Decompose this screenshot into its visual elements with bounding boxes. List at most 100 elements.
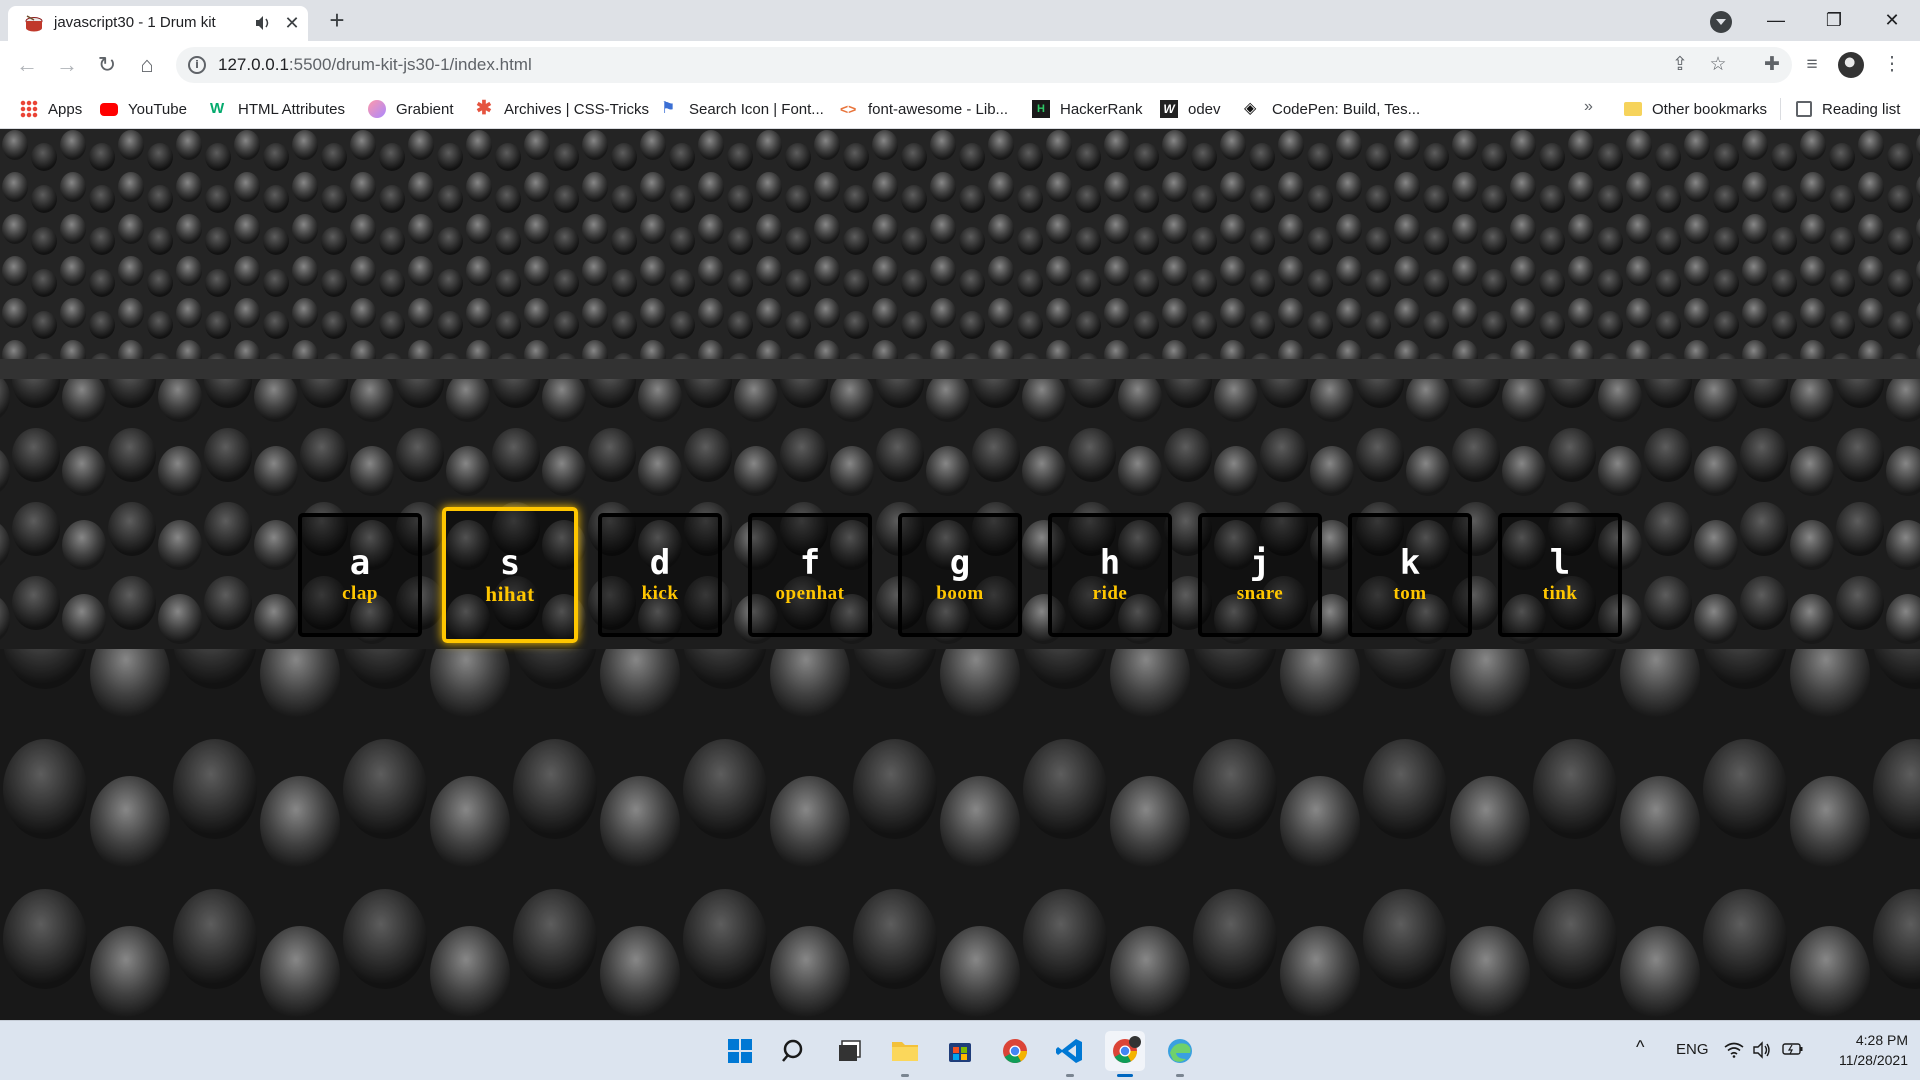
wifi-icon[interactable] [1724, 1042, 1744, 1058]
drum-key-s[interactable]: s hihat [442, 507, 578, 643]
w-icon: W [1160, 100, 1178, 118]
task-view-button[interactable] [830, 1031, 870, 1071]
minimize-button[interactable]: — [1748, 0, 1804, 41]
show-hidden-icons-chevron-icon[interactable]: ^ [1636, 1037, 1644, 1058]
bookmark-label: HackerRank [1060, 100, 1143, 118]
close-tab-icon[interactable]: ✕ [282, 13, 302, 33]
reading-list-icon [1796, 101, 1812, 117]
clock-time: 4:28 PM [1855, 1032, 1908, 1048]
folder-icon [1624, 102, 1642, 116]
taskbar-clock[interactable]: 4:28 PM 11/28/2021 [1812, 1030, 1908, 1070]
media-control-icon[interactable]: ≡ [1798, 51, 1826, 79]
bookmark-label: Grabient [396, 100, 454, 118]
bookmark-apps[interactable]: Apps [20, 98, 82, 120]
chrome-icon [1003, 1039, 1027, 1064]
drum-key-g[interactable]: g boom [898, 513, 1022, 637]
key-sound: boom [936, 583, 984, 604]
drum-key-d[interactable]: d kick [598, 513, 722, 637]
volume-icon[interactable] [1752, 1041, 1772, 1059]
drum-key-j[interactable]: j snare [1198, 513, 1322, 637]
key-letter: g [949, 543, 971, 583]
drum-key-a[interactable]: a clap [298, 513, 422, 637]
drum-key-h[interactable]: h ride [1048, 513, 1172, 637]
bookmark-label: odev [1188, 100, 1221, 118]
tab-search-icon[interactable] [1710, 11, 1732, 33]
bookmark-label: font-awesome - Lib... [868, 100, 1009, 118]
edge-dev-button[interactable] [1160, 1031, 1200, 1077]
active-tab[interactable]: javascript30 - 1 Drum kit ✕ [8, 6, 308, 41]
key-letter: k [1399, 543, 1421, 583]
profile-avatar[interactable] [1838, 52, 1864, 78]
restore-button[interactable]: ❐ [1806, 0, 1862, 41]
extensions-puzzle-icon[interactable]: ✚ [1758, 51, 1786, 79]
chrome-menu-icon[interactable]: ⋮ [1878, 51, 1906, 79]
running-indicator [901, 1074, 909, 1077]
drum-key-l[interactable]: l tink [1498, 513, 1622, 637]
home-button[interactable]: ⌂ [132, 50, 162, 80]
bookmark-youtube[interactable]: YouTube [100, 98, 187, 120]
file-explorer-button[interactable] [885, 1031, 925, 1077]
bookmark-search-icon-font[interactable]: ⚑ Search Icon | Font... [661, 98, 824, 120]
url-path: :5500/drum-kit-js30-1/index.html [288, 55, 532, 74]
key-letter: a [349, 543, 371, 583]
bookmark-grabient[interactable]: Grabient [368, 98, 454, 120]
key-sound: tom [1393, 583, 1427, 604]
bookmark-font-awesome[interactable]: <> font-awesome - Lib... [840, 98, 1008, 120]
chrome-profile-icon [1113, 1036, 1141, 1064]
clock-date: 11/28/2021 [1838, 1052, 1908, 1068]
audio-playing-icon[interactable] [254, 15, 272, 31]
browser-tab-strip: javascript30 - 1 Drum kit ✕ + — ❐ ✕ [0, 0, 1920, 41]
bookmark-css-tricks[interactable]: ✱ Archives | CSS-Tricks [476, 98, 649, 120]
reading-list[interactable]: Reading list [1796, 98, 1900, 120]
battery-icon[interactable] [1782, 1042, 1804, 1056]
key-sound: ride [1092, 583, 1128, 604]
language-indicator[interactable]: ENG [1676, 1041, 1709, 1058]
windows-start-icon [728, 1039, 752, 1063]
tab-title: javascript30 - 1 Drum kit [54, 14, 216, 31]
bookmark-hackerrank[interactable]: H HackerRank [1032, 98, 1143, 120]
file-explorer-icon [892, 1042, 918, 1061]
bookmark-html-attributes[interactable]: W HTML Attributes [210, 98, 345, 120]
store-icon [949, 1043, 971, 1062]
key-sound: hihat [485, 582, 535, 606]
page-viewport: a clap s hihat d kick f openhat g boom h… [0, 129, 1920, 1020]
hackerrank-icon: H [1032, 100, 1050, 118]
browser-toolbar: ← → ↻ ⌂ i 127.0.0.1:5500/drum-kit-js30-1… [0, 41, 1920, 89]
task-view-icon [839, 1040, 861, 1061]
bookmark-codepen[interactable]: ◈ CodePen: Build, Tes... [1244, 98, 1420, 120]
vscode-button[interactable] [1050, 1031, 1090, 1077]
bookmark-label: Search Icon | Font... [689, 100, 824, 118]
vscode-icon [1056, 1039, 1082, 1063]
more-bookmarks-chevron-icon[interactable]: » [1584, 98, 1593, 116]
drum-key-f[interactable]: f openhat [748, 513, 872, 637]
chrome-button[interactable] [995, 1031, 1035, 1071]
back-button[interactable]: ← [12, 50, 42, 80]
start-button[interactable] [720, 1031, 760, 1071]
apps-grid-icon [20, 100, 38, 118]
address-bar[interactable]: i 127.0.0.1:5500/drum-kit-js30-1/index.h… [176, 47, 1792, 83]
store-button[interactable] [940, 1031, 980, 1071]
drum-favicon-icon [25, 15, 43, 32]
bookmark-label: Apps [48, 100, 83, 118]
taskbar-search-button[interactable] [775, 1031, 815, 1071]
other-bookmarks-folder[interactable]: Other bookmarks [1624, 98, 1767, 120]
forward-button[interactable]: → [52, 50, 82, 80]
grabient-icon [368, 100, 386, 118]
reload-button[interactable]: ↻ [92, 50, 122, 80]
w3schools-icon: W [210, 100, 225, 117]
url-text[interactable]: 127.0.0.1:5500/drum-kit-js30-1/index.htm… [218, 55, 532, 75]
bookmarks-divider [1780, 98, 1781, 120]
key-sound: clap [342, 583, 378, 604]
close-window-button[interactable]: ✕ [1864, 0, 1920, 41]
new-tab-button[interactable]: + [322, 6, 352, 36]
chrome-profile-button[interactable] [1105, 1031, 1145, 1077]
share-icon[interactable]: ⇪ [1668, 53, 1692, 77]
codepen-icon: ◈ [1244, 100, 1257, 117]
site-info-icon[interactable]: i [188, 56, 206, 74]
bookmark-star-icon[interactable]: ☆ [1706, 53, 1730, 77]
key-letter: f [799, 543, 821, 583]
bookmark-odev[interactable]: W odev [1160, 98, 1221, 120]
key-letter: s [499, 543, 521, 583]
drum-key-k[interactable]: k tom [1348, 513, 1472, 637]
bookmark-label: Reading list [1822, 100, 1901, 118]
